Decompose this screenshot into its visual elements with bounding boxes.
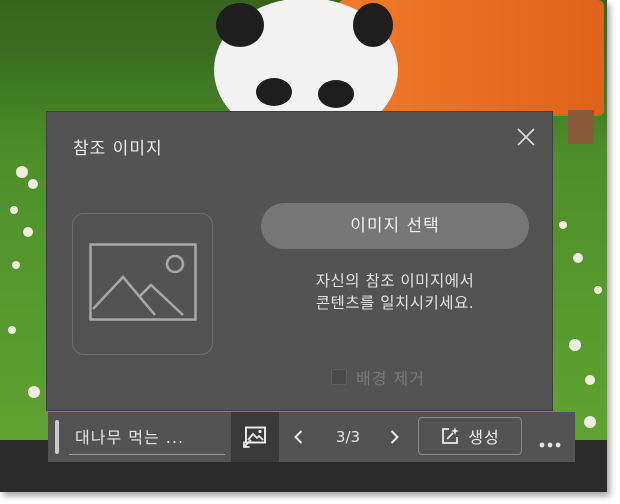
more-options-button[interactable] — [538, 434, 562, 448]
panel-title: 참조 이미지 — [73, 139, 163, 159]
variation-counter: 3/3 — [335, 428, 361, 446]
reference-image-panel: 참조 이미지 이미지 선택 자신의 참조 이미지에서 콘텐츠를 일치시키세요. … — [46, 111, 553, 411]
prompt-field[interactable]: 대나무 먹는 ... — [69, 425, 225, 455]
select-image-button[interactable]: 이미지 선택 — [261, 203, 529, 249]
chevron-left-icon — [294, 430, 303, 444]
reference-image-button[interactable] — [231, 412, 279, 462]
description-line-2: 콘텐츠를 일치시키세요. — [315, 294, 475, 312]
chevron-right-icon — [390, 430, 399, 444]
reference-thumbnail[interactable] — [72, 213, 213, 355]
remove-background-checkbox[interactable] — [331, 369, 347, 385]
drag-handle[interactable] — [55, 420, 59, 454]
close-icon — [517, 128, 535, 146]
description-line-1: 자신의 참조 이미지에서 — [315, 272, 475, 290]
image-placeholder-icon — [89, 243, 197, 321]
generate-button[interactable]: 생성 — [418, 417, 522, 455]
generate-label: 생성 — [468, 428, 500, 447]
previous-variation-button[interactable] — [289, 427, 309, 447]
sparkle-edit-icon — [442, 427, 460, 444]
next-variation-button[interactable] — [384, 427, 404, 447]
remove-background-label: 배경 제거 — [356, 369, 425, 388]
remove-background-option[interactable]: 배경 제거 — [331, 365, 425, 389]
reference-image-icon — [243, 426, 266, 448]
contextual-taskbar: 대나무 먹는 ... 3/3 생성 — [48, 412, 575, 462]
close-button[interactable] — [514, 125, 538, 149]
more-horizontal-icon — [539, 442, 561, 448]
panel-description: 자신의 참조 이미지에서 콘텐츠를 일치시키세요. — [261, 270, 529, 314]
